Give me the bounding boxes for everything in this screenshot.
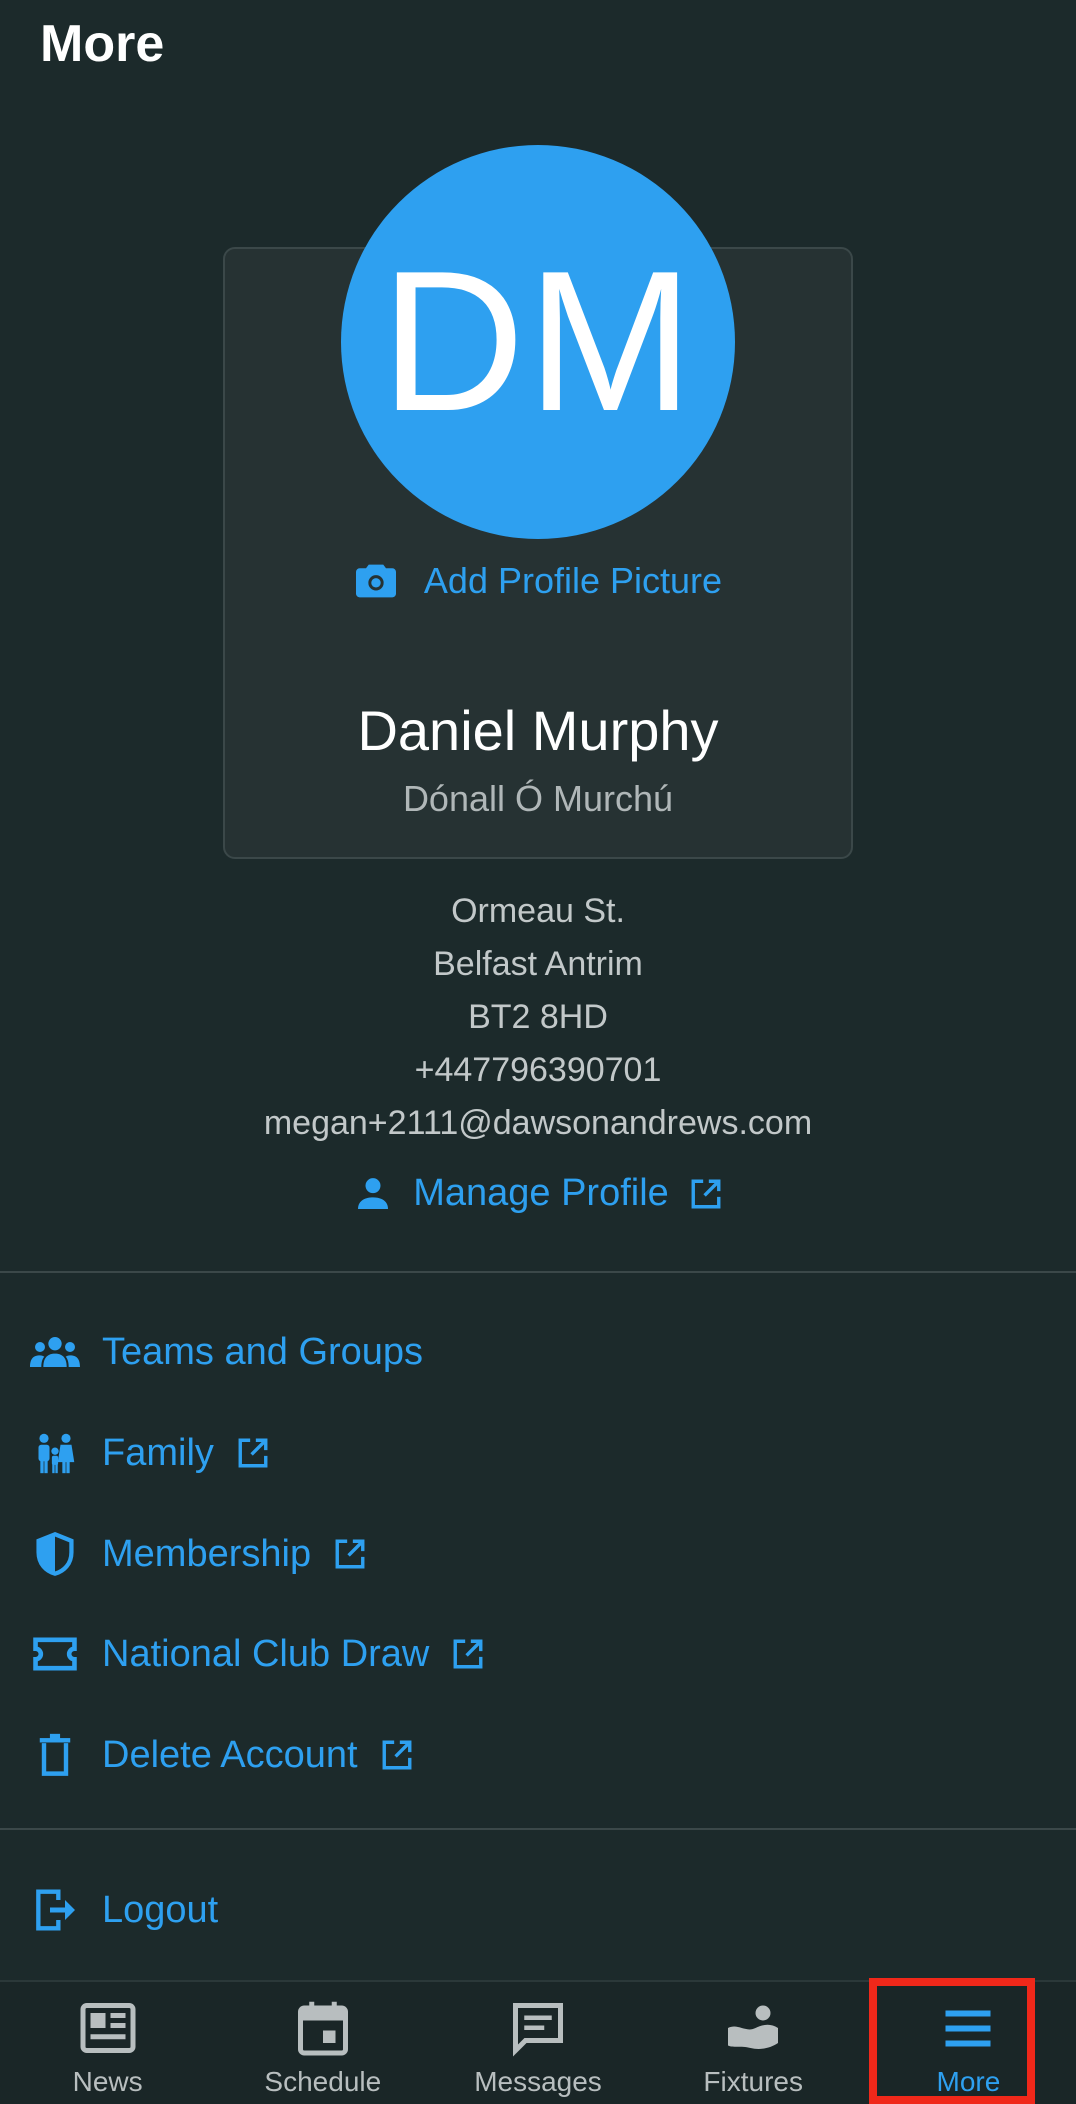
tab-schedule[interactable]: Schedule (215, 1982, 430, 2104)
menu-membership[interactable]: Membership (30, 1524, 367, 1584)
tab-messages[interactable]: Messages (430, 1982, 645, 2104)
divider (0, 1828, 1076, 1830)
profile-alt-name: Dónall Ó Murchú (402, 778, 674, 819)
trash-icon (39, 1733, 71, 1776)
more-screen: More DM Add Profile Picture Daniel Murph… (0, 0, 1076, 2104)
external-link-icon (453, 1639, 483, 1669)
logout-label: Logout (102, 1888, 219, 1931)
address-line-1: Ormeau St. (451, 892, 625, 930)
tab-fixtures[interactable]: Fixtures (646, 1982, 861, 2104)
menu-membership-label: Membership (102, 1532, 312, 1575)
tab-schedule-label: Schedule (264, 2066, 382, 2097)
ticket-icon (33, 1637, 77, 1671)
tab-news[interactable]: News (0, 1982, 215, 2104)
fixtures-icon (728, 2005, 779, 2049)
menu-draw-label: National Club Draw (102, 1632, 430, 1675)
newspaper-icon (80, 2003, 136, 2053)
menu-delete-account[interactable]: Delete Account (30, 1725, 414, 1785)
person-icon (358, 1177, 389, 1209)
logout-button[interactable]: Logout (30, 1880, 218, 1940)
menu-family-label: Family (102, 1431, 214, 1474)
profile-name: Daniel Murphy (357, 699, 719, 762)
groups-icon (30, 1337, 80, 1367)
menu-teams-label: Teams and Groups (102, 1330, 424, 1373)
menu-family[interactable]: Family (30, 1423, 270, 1483)
phone-number: +447796390701 (414, 1051, 662, 1089)
message-icon (513, 2003, 563, 2057)
tab-news-label: News (72, 2066, 143, 2097)
divider (0, 1271, 1076, 1273)
external-link-icon (238, 1438, 268, 1468)
logout-icon (36, 1889, 75, 1931)
selection-highlight (868, 1978, 1035, 2104)
address-line-2: Belfast Antrim (433, 945, 643, 983)
external-link-icon (335, 1539, 365, 1569)
menu-national-club-draw[interactable]: National Club Draw (30, 1624, 485, 1684)
external-link-icon (382, 1740, 412, 1770)
menu-delete-label: Delete Account (102, 1733, 358, 1776)
manage-profile-link[interactable]: Manage Profile (0, 1172, 1076, 1215)
tab-more[interactable]: More (861, 1978, 1076, 2104)
manage-profile-label: Manage Profile (413, 1172, 669, 1214)
tab-fixtures-label: Fixtures (703, 2066, 803, 2097)
avatar-initials: DM (380, 230, 696, 453)
email-address: megan+2111@dawsonandrews.com (263, 1104, 813, 1142)
page-title: More (40, 15, 165, 73)
external-link-icon (691, 1179, 721, 1208)
tab-messages-label: Messages (474, 2066, 602, 2097)
bottom-tab-bar: News Schedule Messages Fixtures More (0, 1978, 1076, 2104)
camera-icon (355, 564, 396, 598)
calendar-icon (297, 2001, 348, 2056)
add-profile-picture-label: Add Profile Picture (423, 560, 723, 601)
contact-details: Ormeau St. Belfast Antrim BT2 8HD +44779… (0, 885, 1076, 1150)
family-icon (38, 1433, 75, 1474)
menu-teams-and-groups[interactable]: Teams and Groups (30, 1322, 423, 1382)
shield-icon (36, 1531, 74, 1576)
postcode: BT2 8HD (468, 998, 608, 1036)
avatar[interactable]: DM (341, 145, 735, 539)
add-profile-picture-button[interactable]: Add Profile Picture (0, 560, 1076, 602)
